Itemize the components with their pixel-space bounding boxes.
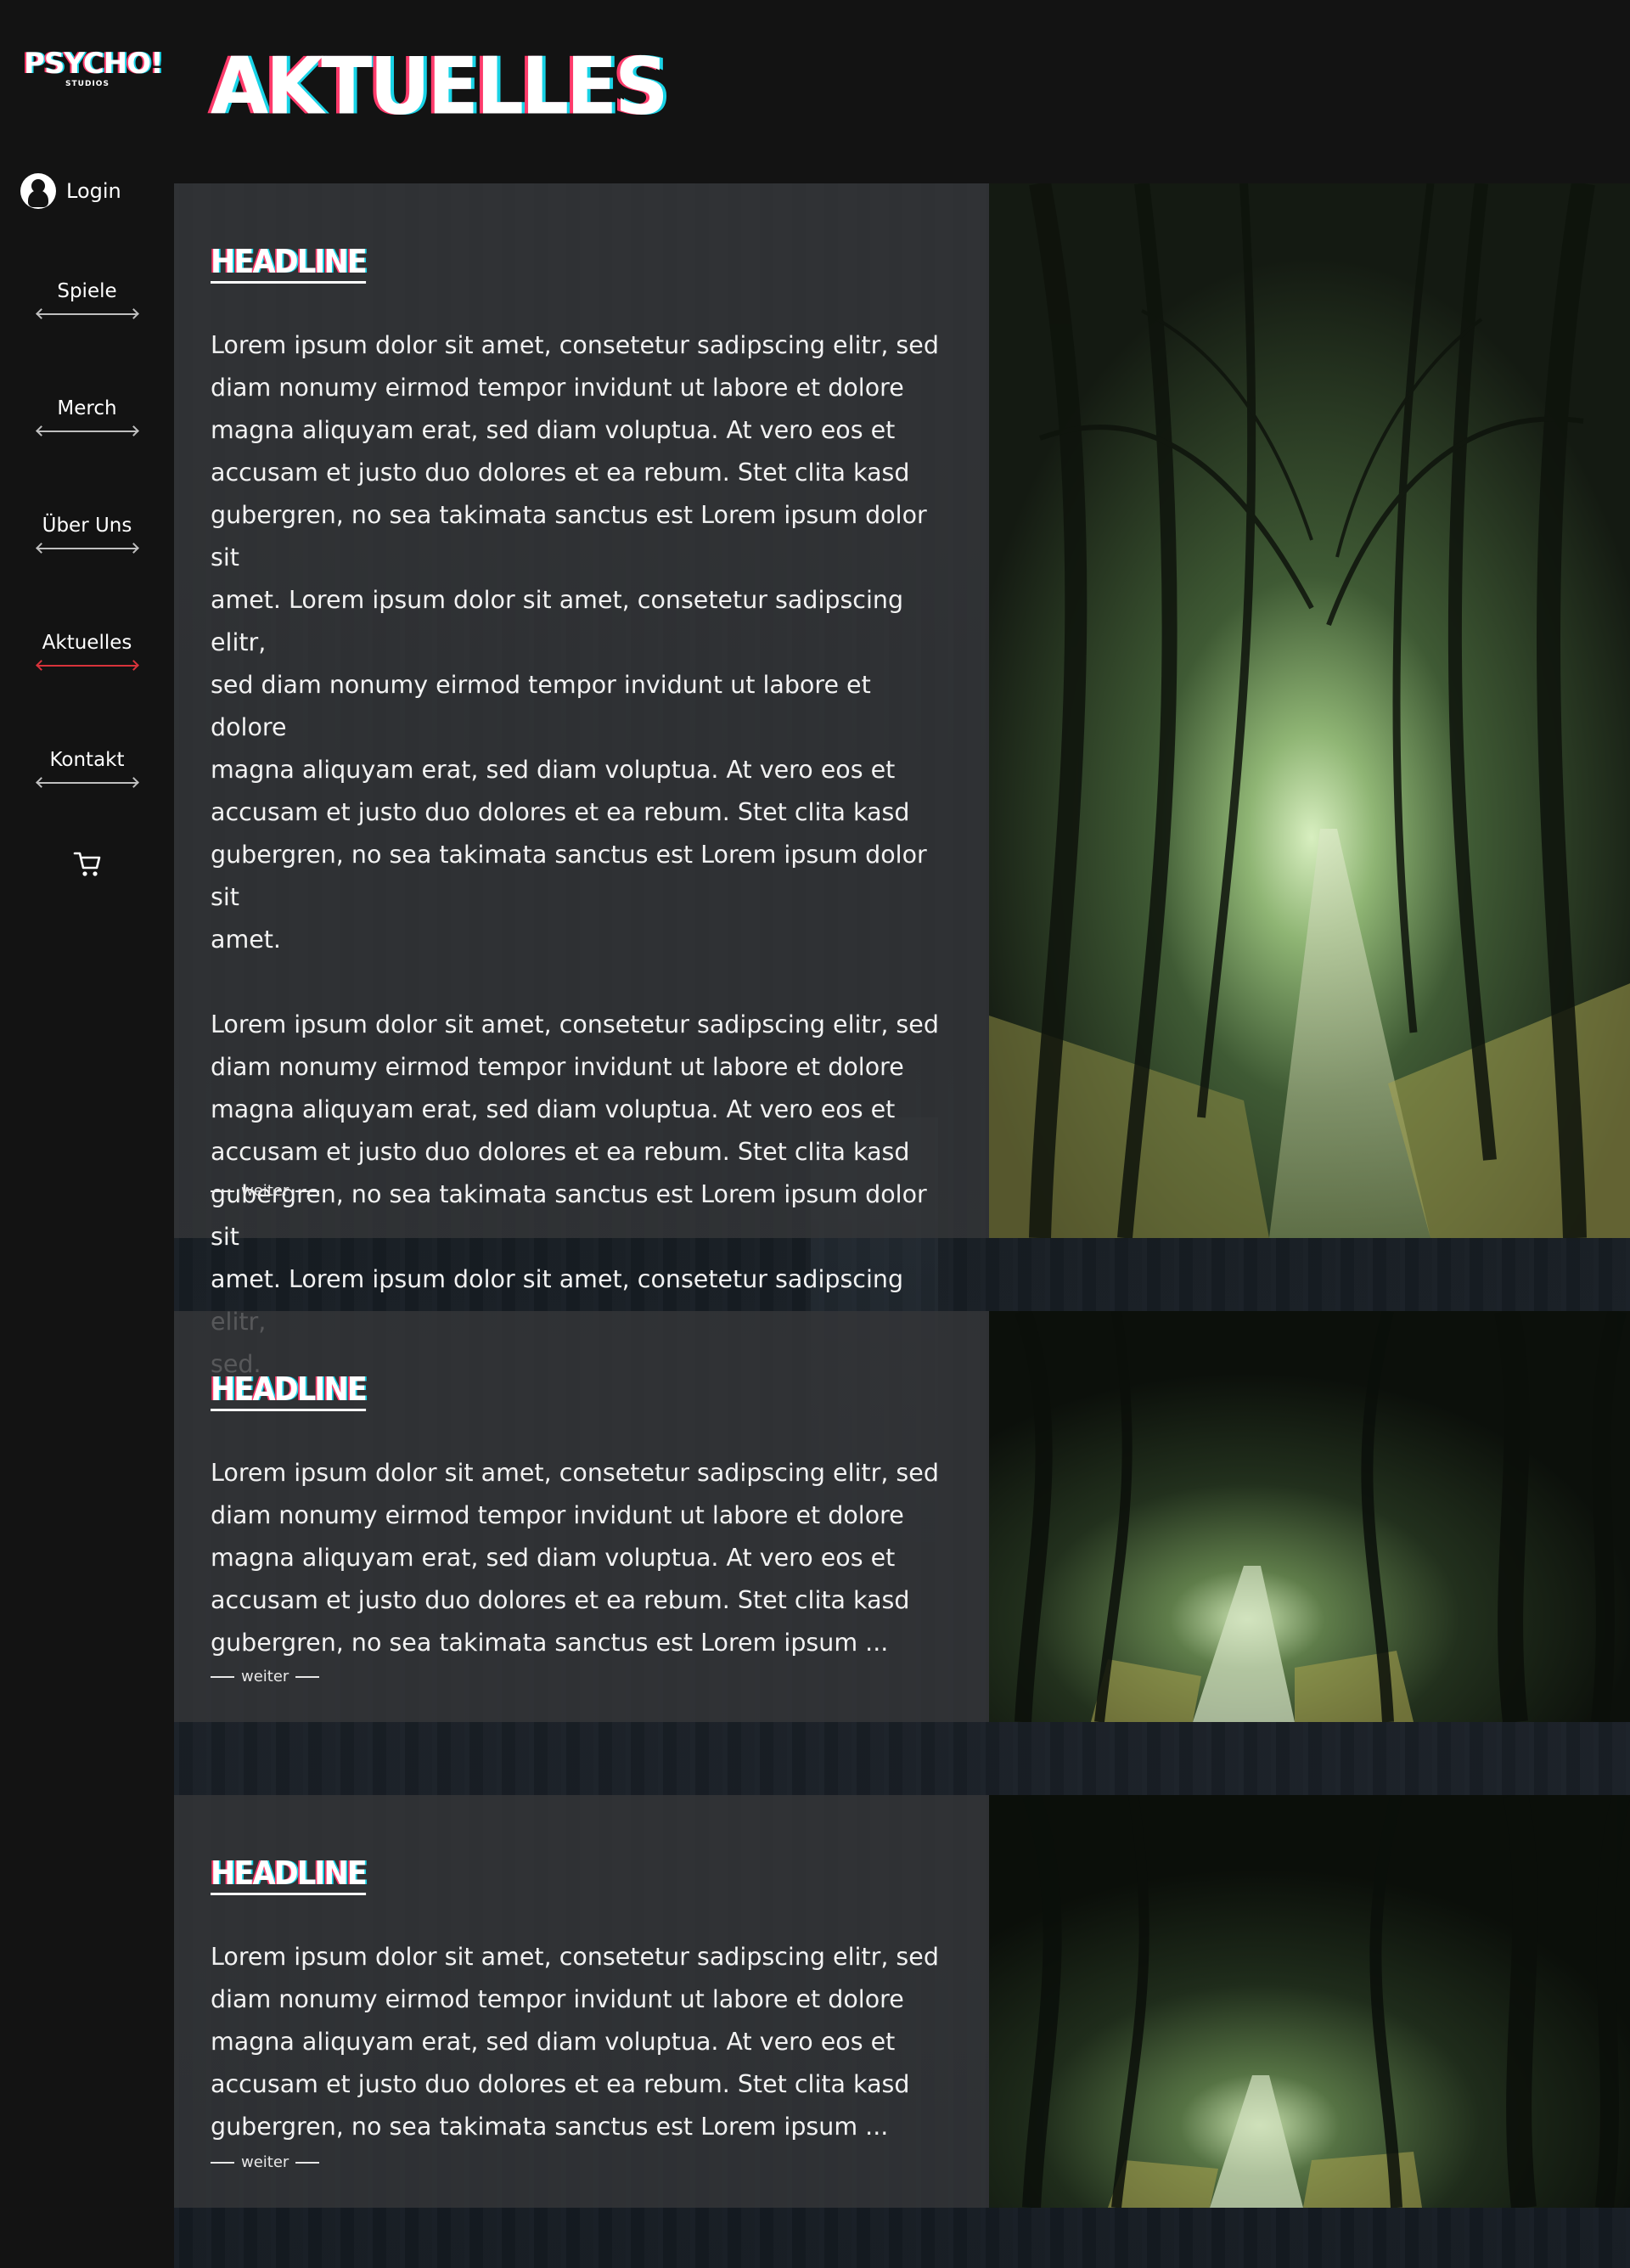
brand-logo[interactable]: PSYCHO! STUDIOS (24, 47, 164, 88)
article-paragraph: Lorem ipsum dolor sit amet, consetetur s… (211, 331, 939, 954)
nav-item-ueber-uns[interactable]: Über Uns (0, 515, 174, 554)
nav-underline (35, 777, 139, 788)
article-text-panel: HEADLINE Lorem ipsum dolor sit amet, con… (174, 183, 989, 1378)
login-label: Login (66, 179, 121, 203)
article-headline[interactable]: HEADLINE (211, 1370, 368, 1411)
weiter-link[interactable]: weiter (211, 1182, 319, 1200)
nav-label: Merch (57, 397, 117, 419)
nav-item-merch[interactable]: Merch (0, 397, 174, 436)
article-card: HEADLINE Lorem ipsum dolor sit amet, con… (174, 1795, 1630, 2208)
nav-underline (35, 425, 139, 436)
nav-label: Über Uns (42, 515, 132, 537)
brand-sub: STUDIOS (65, 80, 110, 88)
nav-underline (35, 543, 139, 554)
nav-label: Kontakt (49, 749, 125, 771)
shopping-cart-icon[interactable] (71, 847, 104, 880)
user-circle-icon (20, 173, 56, 209)
forest-path-image (989, 1311, 1630, 1722)
article-text-panel: HEADLINE Lorem ipsum dolor sit amet, con… (174, 1795, 989, 2208)
article-headline[interactable]: HEADLINE (211, 243, 368, 284)
weiter-link[interactable]: weiter (211, 2153, 319, 2171)
nav-label: Aktuelles (42, 632, 132, 654)
article-text-panel: HEADLINE Lorem ipsum dolor sit amet, con… (174, 1311, 989, 1722)
nav-item-spiele[interactable]: Spiele (0, 280, 174, 319)
nav-item-aktuelles[interactable]: Aktuelles (0, 632, 174, 671)
sidebar: PSYCHO! STUDIOS Login Spiele Merch Über … (0, 0, 174, 2268)
article-card: HEADLINE Lorem ipsum dolor sit amet, con… (174, 1311, 1630, 1722)
page-title: AKTUELLES (211, 40, 669, 132)
article-paragraph: Lorem ipsum dolor sit amet, consetetur s… (211, 1459, 939, 1657)
nav-item-kontakt[interactable]: Kontakt (0, 749, 174, 788)
forest-path-image (989, 183, 1630, 1238)
login-button[interactable]: Login (20, 173, 121, 209)
forest-path-image (989, 1795, 1630, 2208)
nav-underline (35, 308, 139, 319)
weiter-link[interactable]: weiter (211, 1668, 319, 1686)
article-paragraph: Lorem ipsum dolor sit amet, consetetur s… (211, 1943, 939, 2141)
nav-label: Spiele (57, 280, 117, 302)
brand-name: PSYCHO! (24, 47, 164, 81)
nav-underline-active (35, 660, 139, 671)
article-headline[interactable]: HEADLINE (211, 1854, 368, 1895)
article-card: HEADLINE Lorem ipsum dolor sit amet, con… (174, 183, 1630, 1378)
